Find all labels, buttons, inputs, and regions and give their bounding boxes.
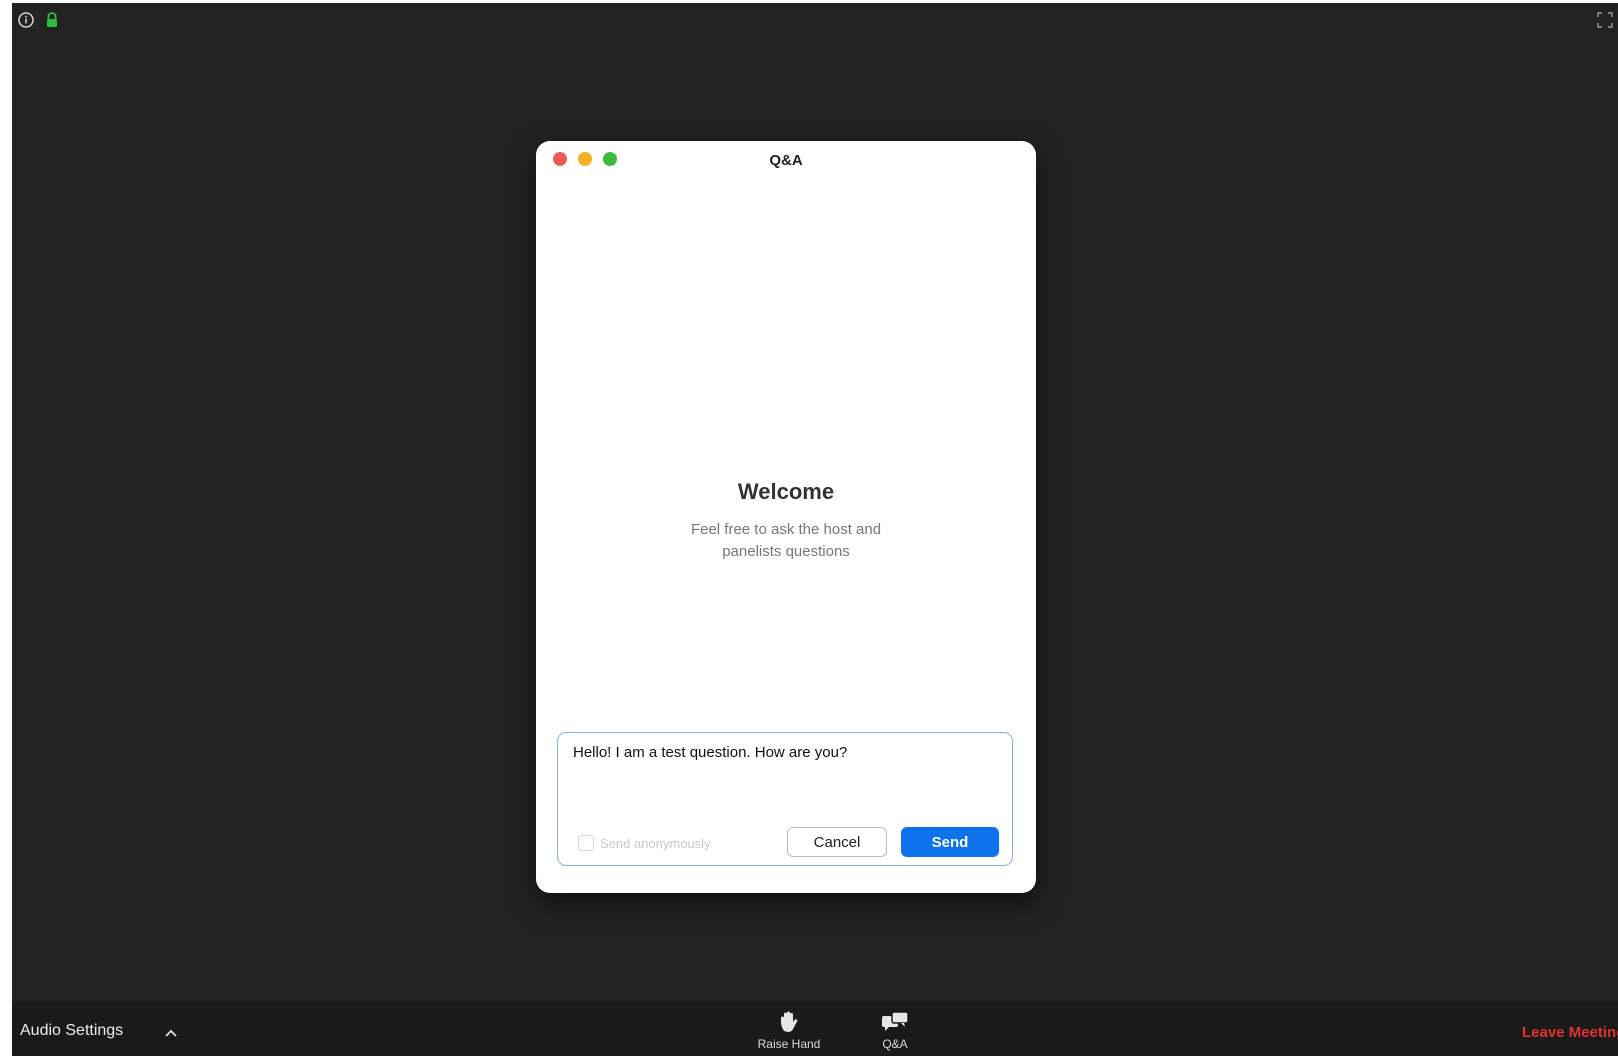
- meeting-screen: Q&A Welcome Feel free to ask the host an…: [12, 3, 1618, 1056]
- send-anonymously-checkbox[interactable]: [578, 835, 594, 851]
- qa-button[interactable]: Q&A: [850, 1009, 940, 1051]
- welcome-section: Welcome Feel free to ask the host and pa…: [536, 479, 1036, 563]
- qa-label: Q&A: [882, 1037, 908, 1051]
- qa-window: Q&A Welcome Feel free to ask the host an…: [536, 141, 1036, 893]
- send-anonymously-label: Send anonymously: [600, 835, 711, 851]
- send-anonymously-option[interactable]: Send anonymously: [578, 835, 711, 851]
- fullscreen-icon[interactable]: [1596, 11, 1614, 29]
- question-input[interactable]: Hello! I am a test question. How are you…: [573, 744, 997, 814]
- welcome-subtitle: Feel free to ask the host and panelists …: [690, 521, 882, 560]
- top-icons: [17, 11, 61, 29]
- qa-icon: [882, 1011, 909, 1031]
- meeting-toolbar: Audio Settings Raise Hand Q&A Leave Meet…: [12, 1001, 1618, 1056]
- raise-hand-button[interactable]: Raise Hand: [744, 1009, 834, 1051]
- question-composer: Hello! I am a test question. How are you…: [557, 732, 1013, 866]
- audio-settings-button[interactable]: Audio Settings: [20, 1022, 123, 1040]
- leave-meeting-button[interactable]: Leave Meeting: [1522, 1024, 1618, 1041]
- raise-hand-icon: [781, 1011, 798, 1032]
- chevron-up-icon[interactable]: [162, 1025, 180, 1041]
- info-icon[interactable]: [17, 11, 35, 29]
- lock-icon[interactable]: [43, 11, 61, 29]
- welcome-title: Welcome: [737, 479, 835, 504]
- cancel-button[interactable]: Cancel: [787, 827, 887, 857]
- send-button[interactable]: Send: [901, 827, 999, 857]
- raise-hand-label: Raise Hand: [757, 1037, 821, 1051]
- window-title: Q&A: [769, 152, 803, 169]
